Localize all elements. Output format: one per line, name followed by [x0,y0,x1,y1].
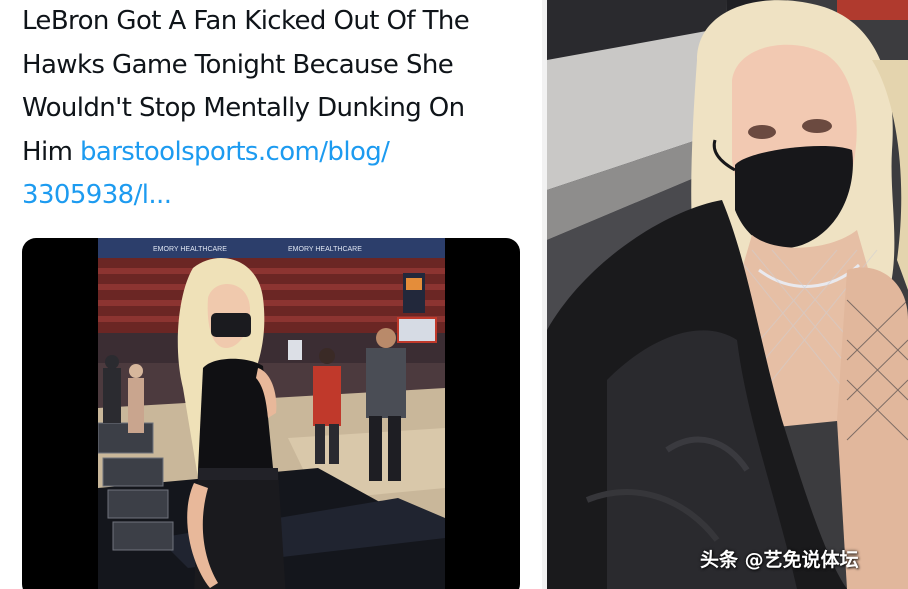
tweet-line-4-text: Him [22,136,80,167]
article-link[interactable]: barstoolsports.com/blog/ [80,137,390,167]
arena-banner-text: EMORY HEALTHCARE [153,246,227,253]
tweet-text: LeBron Got A Fan Kicked Out Of The Hawks… [22,0,527,218]
selfie-photo[interactable] [547,0,908,589]
watermark-text: 头条 @艺免说体坛 [700,549,859,571]
arena-photo-illustration: EMORY HEALTHCARE EMORY HEALTHCARE [98,238,445,589]
tweet-panel: LeBron Got A Fan Kicked Out Of The Hawks… [0,0,542,589]
article-link-continued[interactable]: 3305938/l... [22,174,527,218]
selfie-illustration [547,0,908,589]
arena-photo[interactable]: EMORY HEALTHCARE EMORY HEALTHCARE [98,238,445,589]
tweet-line-1: LeBron Got A Fan Kicked Out Of The [22,6,470,36]
tweet-line-3: Wouldn't Stop Mentally Dunking On [22,93,465,123]
arena-banner-text-2: EMORY HEALTHCARE [288,246,362,253]
tweet-line-4: Him barstoolsports.com/blog/ [22,131,527,175]
tweet-media-card[interactable]: EMORY HEALTHCARE EMORY HEALTHCARE [22,238,520,589]
tweet-line-2: Hawks Game Tonight Because She [22,49,454,80]
